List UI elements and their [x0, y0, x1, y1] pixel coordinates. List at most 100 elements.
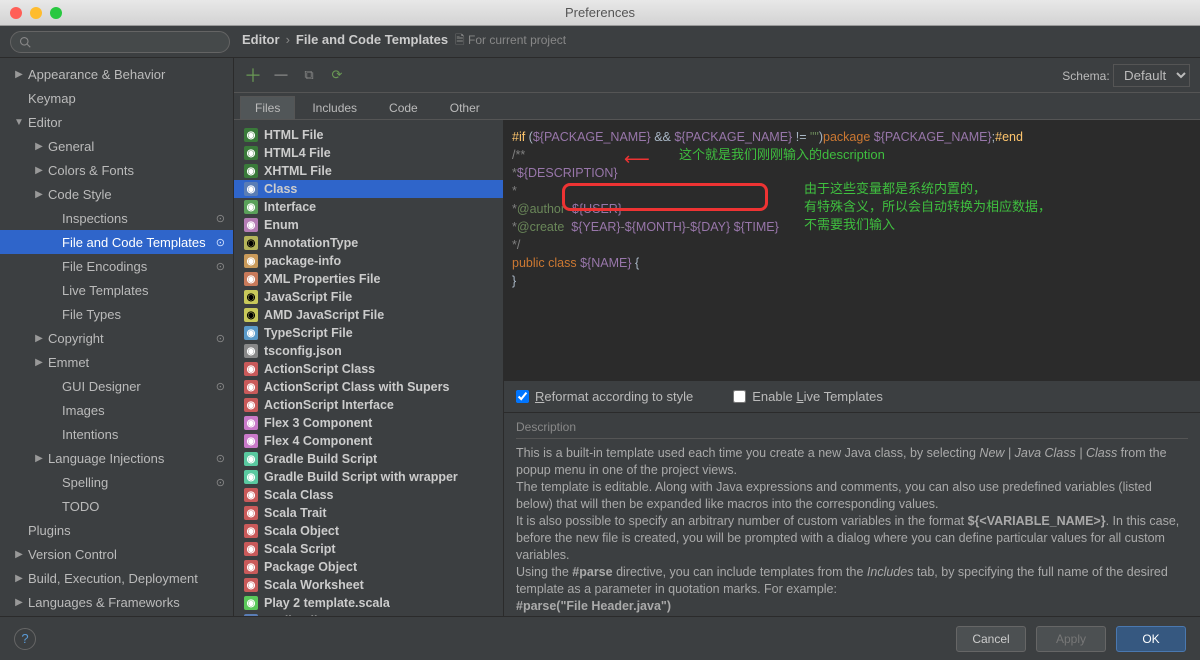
template-item-flex-4-component[interactable]: ◉Flex 4 Component [234, 432, 503, 450]
schema-selector[interactable]: Schema: Default [1062, 64, 1190, 87]
sidebar-item-inspections[interactable]: Inspections⊙ [0, 206, 233, 230]
remove-template-button[interactable]: － [272, 66, 290, 84]
tab-includes[interactable]: Includes [297, 96, 372, 119]
main-panel: ＋ － ⧉ ⟳ Schema: Default FilesIncludesCod… [234, 58, 1200, 616]
template-item-actionscript-interface[interactable]: ◉ActionScript Interface [234, 396, 503, 414]
apply-button[interactable]: Apply [1036, 626, 1106, 652]
window-title: Preferences [0, 5, 1200, 20]
template-item-play-2-template-scala[interactable]: ◉Play 2 template.scala [234, 594, 503, 612]
file-type-icon: ◉ [244, 416, 258, 430]
sidebar-item-keymap[interactable]: Keymap [0, 86, 233, 110]
sidebar-item-plugins[interactable]: Plugins [0, 518, 233, 542]
file-type-icon: ◉ [244, 272, 258, 286]
sidebar-item-languages-frameworks[interactable]: ▶Languages & Frameworks [0, 590, 233, 614]
sidebar-item-emmet[interactable]: ▶Emmet [0, 350, 233, 374]
add-template-button[interactable]: ＋ [244, 66, 262, 84]
live-templates-checkbox[interactable]: Enable Live Templates [733, 389, 883, 404]
file-type-icon: ◉ [244, 506, 258, 520]
template-item-scala-script[interactable]: ◉Scala Script [234, 540, 503, 558]
sidebar-item-file-encodings[interactable]: File Encodings⊙ [0, 254, 233, 278]
template-item-scala-object[interactable]: ◉Scala Object [234, 522, 503, 540]
file-type-icon: ◉ [244, 308, 258, 322]
template-item-scala-worksheet[interactable]: ◉Scala Worksheet [234, 576, 503, 594]
file-type-icon: ◉ [244, 578, 258, 592]
template-item-annotationtype[interactable]: ◉AnnotationType [234, 234, 503, 252]
sidebar-item-copyright[interactable]: ▶Copyright⊙ [0, 326, 233, 350]
sidebar-item-tools[interactable]: ▶Tools [0, 614, 233, 616]
file-type-icon: ◉ [244, 200, 258, 214]
template-item-gradle-build-script-with-wrapper[interactable]: ◉Gradle Build Script with wrapper [234, 468, 503, 486]
search-input[interactable] [10, 31, 230, 53]
tab-other[interactable]: Other [435, 96, 495, 119]
reformat-checkbox[interactable]: RReformat according to styleeformat acco… [516, 389, 693, 404]
template-item-scala-class[interactable]: ◉Scala Class [234, 486, 503, 504]
cancel-button[interactable]: Cancel [956, 626, 1026, 652]
sidebar-item-file-and-code-templates[interactable]: File and Code Templates⊙ [0, 230, 233, 254]
template-item-tsconfig-json[interactable]: ◉tsconfig.json [234, 342, 503, 360]
sidebar-item-language-injections[interactable]: ▶Language Injections⊙ [0, 446, 233, 470]
file-type-icon: ◉ [244, 452, 258, 466]
annotation-text-1: 这个就是我们刚刚输入的description [679, 146, 885, 164]
template-item-xml-properties-file[interactable]: ◉XML Properties File [234, 270, 503, 288]
file-type-icon: ◉ [244, 398, 258, 412]
template-item-kotlin-file[interactable]: ◉Kotlin File [234, 612, 503, 616]
template-item-interface[interactable]: ◉Interface [234, 198, 503, 216]
tab-files[interactable]: Files [240, 96, 295, 119]
template-item-class[interactable]: ◉Class [234, 180, 503, 198]
editor-pane: #if (${PACKAGE_NAME} && ${PACKAGE_NAME} … [504, 120, 1200, 616]
sidebar-item-build-execution-deployment[interactable]: ▶Build, Execution, Deployment [0, 566, 233, 590]
dialog-footer: ? Cancel Apply OK [0, 616, 1200, 660]
template-options: RReformat according to styleeformat acco… [504, 380, 1200, 412]
template-item-html-file[interactable]: ◉HTML File [234, 126, 503, 144]
file-type-icon: ◉ [244, 524, 258, 538]
sidebar-item-file-types[interactable]: File Types [0, 302, 233, 326]
template-item-amd-javascript-file[interactable]: ◉AMD JavaScript File [234, 306, 503, 324]
template-editor[interactable]: #if (${PACKAGE_NAME} && ${PACKAGE_NAME} … [504, 120, 1200, 380]
header-row: Editor›File and Code Templates 🗎 For cur… [0, 26, 1200, 58]
sidebar-item-todo[interactable]: TODO [0, 494, 233, 518]
breadcrumb: Editor›File and Code Templates 🗎 For cur… [242, 31, 566, 52]
sidebar-item-appearance-behavior[interactable]: ▶Appearance & Behavior [0, 62, 233, 86]
refresh-template-button[interactable]: ⟳ [328, 66, 346, 84]
file-type-icon: ◉ [244, 470, 258, 484]
file-type-icon: ◉ [244, 434, 258, 448]
sidebar-item-general[interactable]: ▶General [0, 134, 233, 158]
template-item-html4-file[interactable]: ◉HTML4 File [234, 144, 503, 162]
help-button[interactable]: ? [14, 628, 36, 650]
template-item-package-object[interactable]: ◉Package Object [234, 558, 503, 576]
sidebar-item-colors-fonts[interactable]: ▶Colors & Fonts [0, 158, 233, 182]
sidebar-item-gui-designer[interactable]: GUI Designer⊙ [0, 374, 233, 398]
file-type-icon: ◉ [244, 128, 258, 142]
sidebar-item-editor[interactable]: ▼Editor [0, 110, 233, 134]
file-type-icon: ◉ [244, 362, 258, 376]
sidebar-item-intentions[interactable]: Intentions [0, 422, 233, 446]
tab-code[interactable]: Code [374, 96, 433, 119]
template-item-actionscript-class[interactable]: ◉ActionScript Class [234, 360, 503, 378]
file-type-icon: ◉ [244, 218, 258, 232]
template-item-gradle-build-script[interactable]: ◉Gradle Build Script [234, 450, 503, 468]
sidebar-item-code-style[interactable]: ▶Code Style [0, 182, 233, 206]
sidebar-item-live-templates[interactable]: Live Templates [0, 278, 233, 302]
titlebar: Preferences [0, 0, 1200, 26]
ok-button[interactable]: OK [1116, 626, 1186, 652]
template-item-actionscript-class-with-supers[interactable]: ◉ActionScript Class with Supers [234, 378, 503, 396]
file-type-icon: ◉ [244, 236, 258, 250]
template-item-xhtml-file[interactable]: ◉XHTML File [234, 162, 503, 180]
settings-tree[interactable]: ▶Appearance & BehaviorKeymap▼Editor▶Gene… [0, 58, 234, 616]
template-item-enum[interactable]: ◉Enum [234, 216, 503, 234]
file-type-icon: ◉ [244, 614, 258, 616]
sidebar-item-spelling[interactable]: Spelling⊙ [0, 470, 233, 494]
template-list[interactable]: ◉HTML File◉HTML4 File◉XHTML File◉Class◉I… [234, 120, 504, 616]
template-tabs[interactable]: FilesIncludesCodeOther [234, 92, 1200, 120]
copy-template-button[interactable]: ⧉ [300, 66, 318, 84]
template-item-typescript-file[interactable]: ◉TypeScript File [234, 324, 503, 342]
file-type-icon: ◉ [244, 182, 258, 196]
sidebar-item-version-control[interactable]: ▶Version Control [0, 542, 233, 566]
template-item-scala-trait[interactable]: ◉Scala Trait [234, 504, 503, 522]
template-item-package-info[interactable]: ◉package-info [234, 252, 503, 270]
description-heading: Description [516, 419, 1188, 439]
template-item-flex-3-component[interactable]: ◉Flex 3 Component [234, 414, 503, 432]
template-item-javascript-file[interactable]: ◉JavaScript File [234, 288, 503, 306]
sidebar-item-images[interactable]: Images [0, 398, 233, 422]
file-type-icon: ◉ [244, 560, 258, 574]
